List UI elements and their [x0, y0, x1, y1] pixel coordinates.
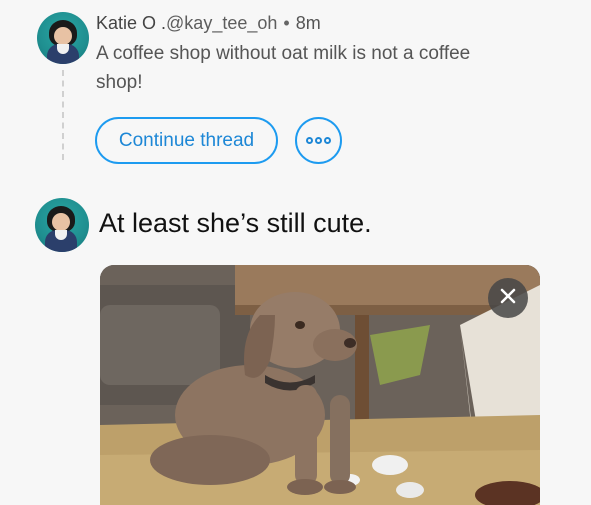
more-options-button[interactable] [295, 117, 342, 164]
reply-avatar[interactable] [35, 198, 89, 252]
display-name[interactable]: Katie O . [96, 13, 166, 33]
tweet-text: A coffee shop without oat milk is not a … [96, 43, 471, 93]
attached-media[interactable] [100, 265, 540, 505]
tweet-header: Katie O .@kay_tee_oh • 8m [96, 13, 321, 34]
user-avatar[interactable] [37, 12, 89, 64]
avatar-face [52, 213, 70, 231]
close-media-button[interactable] [488, 278, 528, 318]
tweet-timestamp[interactable]: 8m [296, 13, 321, 33]
dog-photo [100, 265, 540, 505]
thread-connector-line [62, 70, 64, 160]
avatar-face [54, 27, 72, 45]
more-horizontal-icon [306, 137, 331, 144]
continue-thread-label: Continue thread [118, 129, 255, 151]
continue-thread-button[interactable]: Continue thread [95, 117, 278, 164]
user-handle[interactable]: @kay_tee_oh [166, 13, 277, 33]
reply-text: At least she’s still cute. [99, 208, 372, 238]
header-separator: • [283, 13, 290, 33]
close-icon [499, 287, 517, 310]
